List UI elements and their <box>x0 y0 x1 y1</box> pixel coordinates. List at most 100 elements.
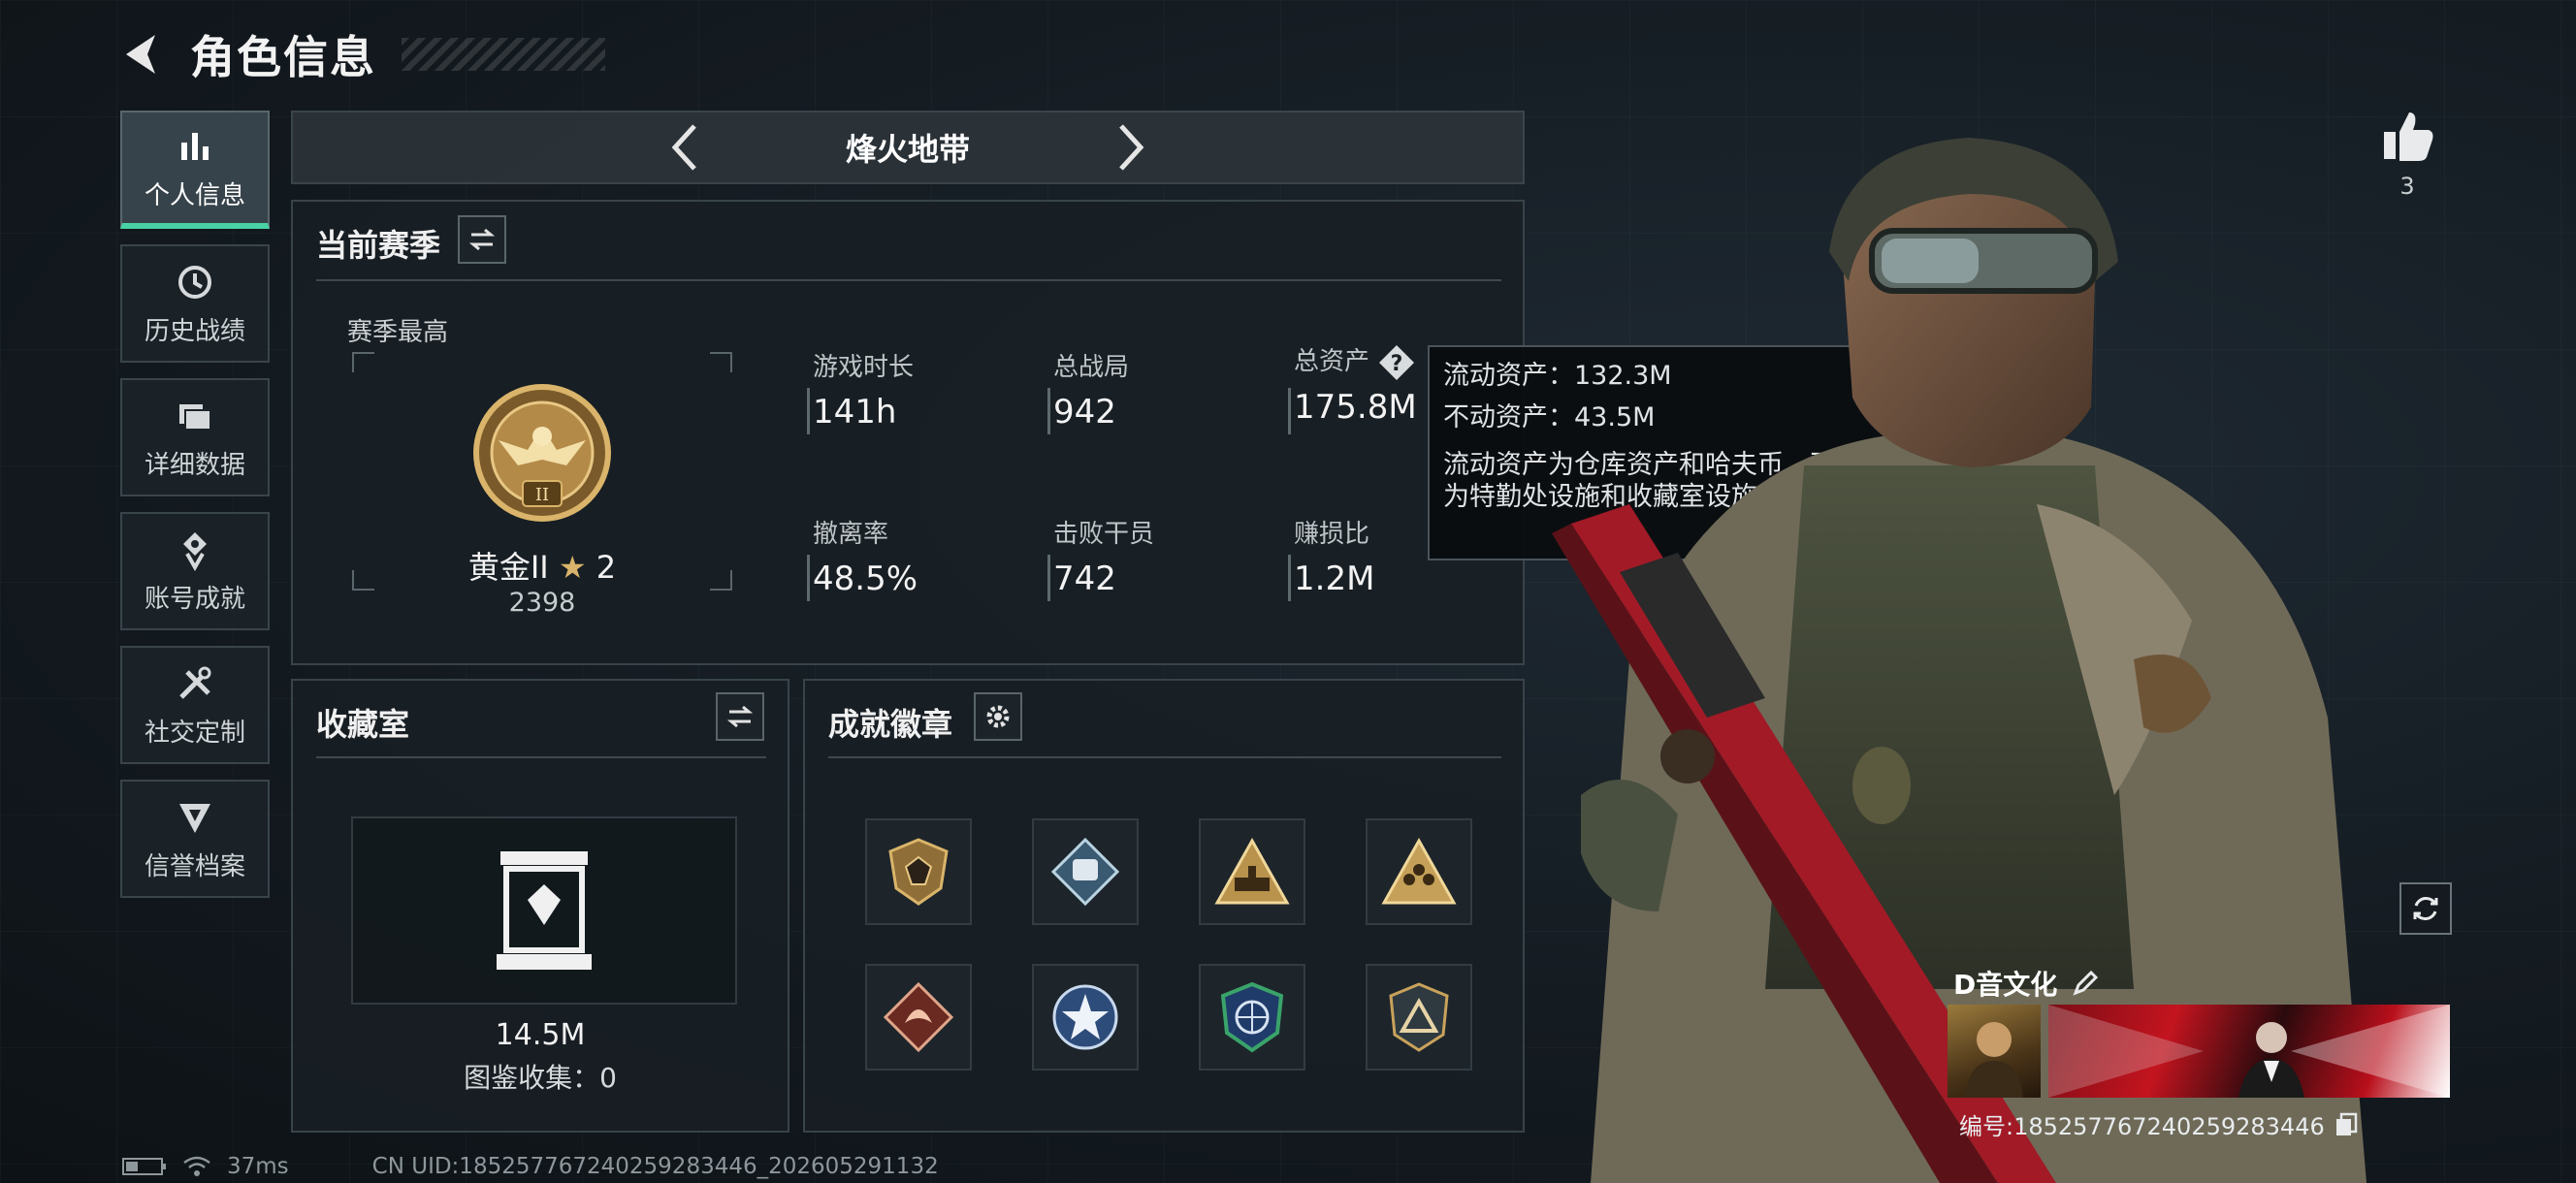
stat-value: 141h <box>813 393 897 432</box>
player-id-row: 编号:1852577672402592834​46 <box>1959 1107 2358 1141</box>
player-id: 编号:1852577672402592834​46 <box>1959 1113 2325 1140</box>
sidebar-item-credit[interactable]: 信誉档案 <box>120 780 270 898</box>
collection-divider <box>316 756 766 758</box>
sidebar-item-label: 账号成就 <box>144 584 245 614</box>
achievement-badge[interactable] <box>1032 818 1139 925</box>
season-panel: 当前赛季 赛季最高 II 黄金II ★ 2 2398 游戏时长 141h 总战局… <box>291 200 1525 665</box>
wifi-icon <box>183 1156 210 1176</box>
season-best-label: 赛季最高 <box>347 318 449 347</box>
player-card[interactable] <box>1948 1005 2450 1100</box>
stat-divider <box>1047 388 1050 434</box>
stat-value: 742 <box>1053 560 1116 598</box>
sidebar-item-label: 历史战绩 <box>144 316 245 346</box>
season-divider <box>316 279 1501 281</box>
season-panel-title: 当前赛季 <box>316 227 441 264</box>
swap-arrows-icon <box>468 228 496 251</box>
history-clock-icon <box>178 265 211 299</box>
collection-panel: 收藏室 14.5M 图鉴收集：0 <box>291 679 789 1133</box>
sidebar-item-label: 详细数据 <box>144 450 245 480</box>
sidebar-item-detail-data[interactable]: 详细数据 <box>120 378 270 496</box>
avatar-portrait <box>1965 1022 2023 1098</box>
dragon-badge-icon <box>883 981 954 1053</box>
stat-divider <box>1047 555 1050 601</box>
display-case-icon <box>497 851 592 970</box>
triangle-shield-badge-icon <box>1389 982 1449 1052</box>
stat-value: 1.2M <box>1294 560 1375 598</box>
achievements-divider <box>828 756 1501 758</box>
stat-operators-defeated: 击败干员 742 <box>1053 514 1247 598</box>
collection-count: 图鉴收集：0 <box>464 1062 617 1094</box>
stat-label: 击败干员 <box>1053 520 1155 549</box>
sidebar-item-personal-info[interactable]: 个人信息 <box>120 111 270 229</box>
rank-numeral: II <box>535 485 549 505</box>
mode-title: 烽火地带 <box>845 131 970 168</box>
achievements-panel: 成就徽章 <box>803 679 1525 1133</box>
gold-rank-emblem-icon: II <box>473 384 611 522</box>
sidebar-item-label: 个人信息 <box>144 180 245 210</box>
achievement-badge[interactable] <box>865 964 972 1071</box>
switch-season-button[interactable] <box>458 215 506 264</box>
globe-badge-icon <box>1220 981 1284 1053</box>
stat-divider <box>1288 555 1291 601</box>
achievement-badge[interactable] <box>1366 964 1472 1071</box>
achievement-medal-icon <box>183 531 207 571</box>
stat-label: 总战局 <box>1053 353 1130 382</box>
stat-extraction-rate: 撤离率 48.5% <box>813 514 1007 598</box>
refresh-button[interactable] <box>2399 882 2452 935</box>
tank-triangle-badge-icon <box>1214 837 1290 905</box>
folder-icon <box>179 403 211 431</box>
rank-name-row: 黄金II ★ 2 <box>351 543 733 588</box>
collection-panel-title: 收藏室 <box>316 706 410 743</box>
refresh-icon <box>2413 897 2438 920</box>
achievement-badge[interactable] <box>1199 818 1305 925</box>
stat-label: 游戏时长 <box>813 353 915 382</box>
fist-badge-icon <box>1050 837 1120 907</box>
achievement-badge[interactable] <box>1199 964 1305 1071</box>
next-mode-arrow-icon[interactable] <box>1111 118 1150 176</box>
edit-pencil-icon[interactable] <box>2071 969 2100 998</box>
star-badge-icon <box>1052 984 1118 1050</box>
achievements-panel-title: 成就徽章 <box>828 706 953 743</box>
sidebar-item-achievements[interactable]: 账号成就 <box>120 512 270 630</box>
swap-arrows-icon <box>726 705 754 728</box>
stat-value: 48.5% <box>813 560 918 598</box>
thumbs-up-icon[interactable] <box>2378 107 2436 165</box>
team-triangle-badge-icon <box>1381 837 1457 905</box>
bar-chart-icon <box>181 132 209 160</box>
tools-icon <box>179 666 211 699</box>
sidebar-item-social[interactable]: 社交定制 <box>120 646 270 764</box>
stat-divider <box>807 388 810 434</box>
stat-total-matches: 总战局 942 <box>1053 347 1247 432</box>
achievement-badge[interactable] <box>1032 964 1139 1071</box>
achievement-settings-button[interactable] <box>974 692 1022 741</box>
svg-text:?: ? <box>1391 352 1403 376</box>
stat-label: 总资产 <box>1294 347 1370 376</box>
uid-text: CN UID:18525776724025928344​6_2026052911… <box>371 1154 939 1179</box>
stat-divider <box>1288 388 1291 434</box>
avatar[interactable] <box>1948 1005 2041 1098</box>
status-footer: 37ms CN UID:18525776724025928344​6_20260… <box>122 1154 939 1179</box>
title-decoration <box>402 38 605 71</box>
switch-collection-button[interactable] <box>716 692 764 741</box>
achievement-badge[interactable] <box>865 818 972 925</box>
prev-mode-arrow-icon[interactable] <box>665 118 704 176</box>
stat-divider <box>807 555 810 601</box>
sidebar-item-label: 信誉档案 <box>144 851 245 881</box>
rank-star-icon: ★ <box>558 549 587 586</box>
rank-display: II 黄金II ★ 2 2398 <box>351 351 733 618</box>
shield-badge-icon <box>888 838 949 906</box>
sidebar: 个人信息 历史战绩 详细数据 账号成就 社交定制 信誉档案 <box>120 111 272 913</box>
page-title: 角色信息 <box>190 31 376 83</box>
mode-selector: 烽火地带 <box>291 111 1525 184</box>
collection-display[interactable] <box>351 816 737 1005</box>
rank-score: 2398 <box>508 588 576 618</box>
copy-icon[interactable] <box>2334 1112 2358 1137</box>
sidebar-item-label: 社交定制 <box>144 718 245 748</box>
rank-stars: 2 <box>596 549 617 586</box>
help-question-icon[interactable]: ? <box>1377 343 1416 382</box>
sidebar-item-history[interactable]: 历史战绩 <box>120 244 270 363</box>
player-name-row: D音文化 <box>1953 964 2100 1003</box>
back-arrow-icon[interactable] <box>116 27 171 81</box>
credit-shield-icon <box>179 803 210 833</box>
achievement-badge[interactable] <box>1366 818 1472 925</box>
